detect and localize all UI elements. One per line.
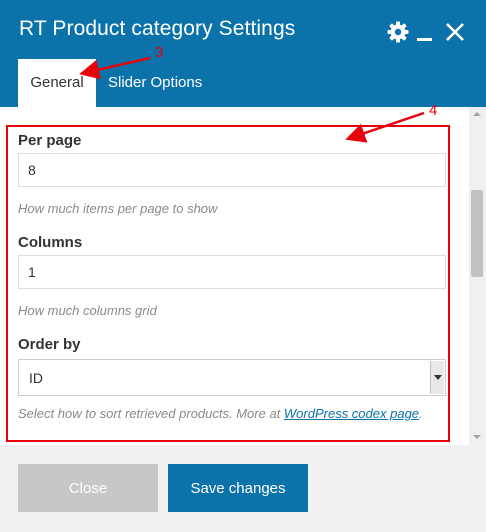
settings-dialog: RT Product category Settings General Sli… xyxy=(0,0,486,532)
close-icon[interactable] xyxy=(443,20,467,44)
per-page-label: Per page xyxy=(18,132,82,149)
order-by-selected-value: ID xyxy=(29,370,43,386)
scrollbar-thumb[interactable] xyxy=(471,190,483,277)
scroll-down-arrow-icon[interactable] xyxy=(473,435,481,439)
per-page-help: How much items per page to show xyxy=(18,201,218,216)
dialog-title: RT Product category Settings xyxy=(19,17,296,40)
save-changes-button[interactable]: Save changes xyxy=(168,464,308,512)
scroll-up-arrow-icon[interactable] xyxy=(473,112,481,116)
annotation-label-4: 4 xyxy=(429,102,438,119)
close-button[interactable]: Close xyxy=(18,464,158,512)
dialog-header: RT Product category Settings General Sli… xyxy=(0,0,486,107)
next-field-label-cut-off xyxy=(18,437,22,445)
minimize-icon[interactable] xyxy=(414,20,438,44)
content-scrollbar[interactable] xyxy=(469,107,486,445)
order-by-help: Select how to sort retrieved products. M… xyxy=(18,406,423,421)
columns-help: How much columns grid xyxy=(18,303,157,318)
dialog-footer: Close Save changes xyxy=(0,445,486,532)
tab-slider-options[interactable]: Slider Options xyxy=(108,59,202,107)
columns-input[interactable] xyxy=(18,255,446,289)
order-by-label: Order by xyxy=(18,336,81,353)
annotation-label-3: 3 xyxy=(155,44,164,61)
columns-label: Columns xyxy=(18,234,83,251)
dropdown-arrow-icon[interactable] xyxy=(430,361,444,394)
per-page-input[interactable] xyxy=(18,153,446,187)
order-by-help-period: . xyxy=(419,406,423,421)
order-by-select[interactable]: ID xyxy=(18,359,446,396)
wordpress-codex-link[interactable]: WordPress codex page xyxy=(284,406,419,421)
order-by-help-text: Select how to sort retrieved products. M… xyxy=(18,406,284,421)
gear-icon[interactable] xyxy=(386,20,410,44)
settings-content: Per page How much items per page to show… xyxy=(0,107,486,445)
tab-general[interactable]: General xyxy=(18,59,96,107)
